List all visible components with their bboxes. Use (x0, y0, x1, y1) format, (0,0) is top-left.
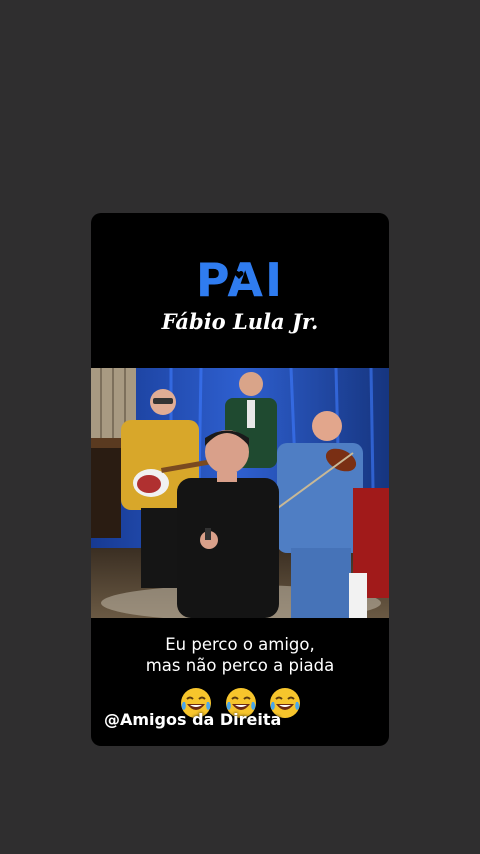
caption: Eu perco o amigo, mas não perco a piada (91, 634, 389, 676)
video-frame[interactable] (91, 368, 389, 618)
story-card[interactable]: PAI Fábio Lula Jr. Eu perco o amigo, mas… (91, 213, 389, 746)
artist-name: Fábio Lula Jr. (161, 309, 319, 334)
heart-icon (234, 271, 244, 279)
band-scene-image (91, 368, 389, 618)
watermark: @Amigos da Direita (104, 710, 282, 729)
song-title: PAI (195, 253, 285, 307)
caption-line-1: Eu perco o amigo, (165, 635, 315, 654)
caption-line-2: mas não perco a piada (145, 656, 335, 675)
